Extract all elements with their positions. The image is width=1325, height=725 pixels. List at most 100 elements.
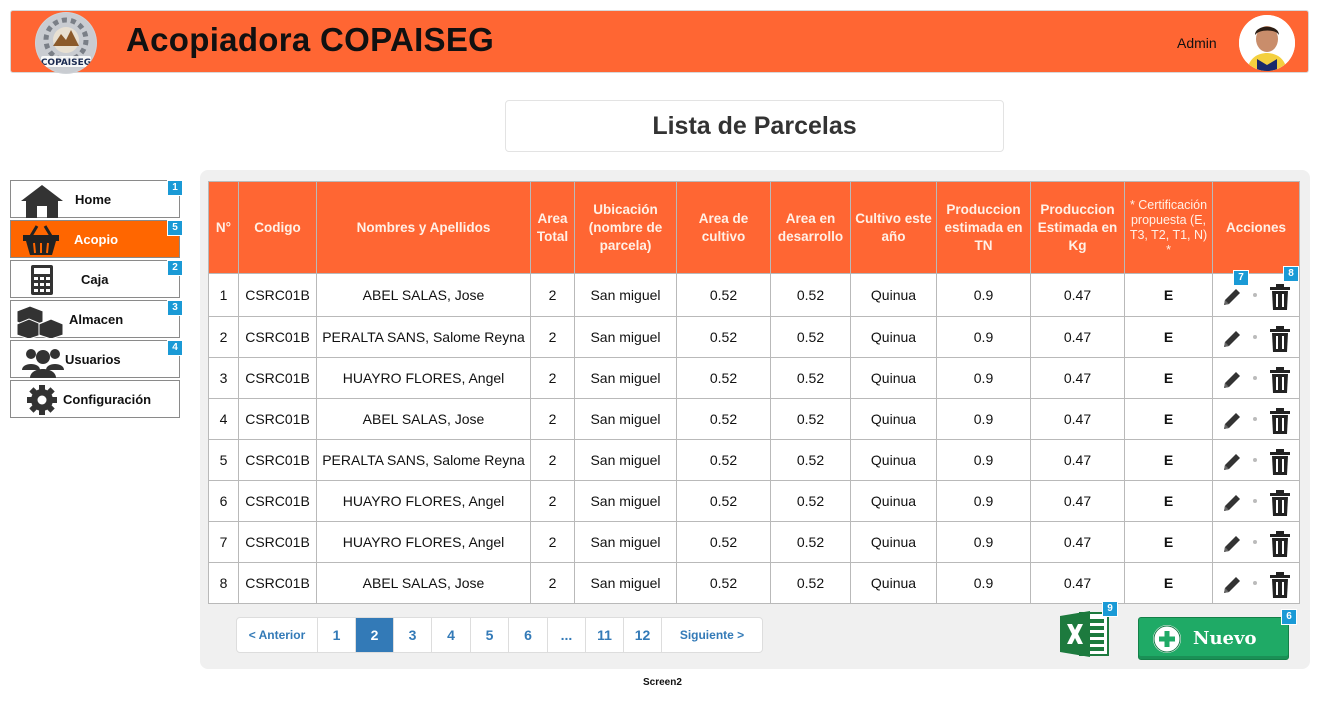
cell-location: San miguel xyxy=(574,357,677,399)
page-title: Lista de Parcelas xyxy=(652,111,857,140)
app-title: Acopiadora COPAISEG xyxy=(126,21,495,58)
cell-location: San miguel xyxy=(574,316,677,358)
page-button-6[interactable]: 6 xyxy=(508,618,547,652)
edit-icon[interactable] xyxy=(1221,328,1243,350)
cell-dev-area: 0.52 xyxy=(770,398,851,440)
page-button-1[interactable]: 1 xyxy=(317,618,355,652)
cell-actions xyxy=(1212,480,1300,522)
cell-crop-area: 0.52 xyxy=(676,480,771,522)
sidebar-item-home[interactable]: Home 1 xyxy=(10,180,183,218)
annotation-badge: 6 xyxy=(1281,609,1297,625)
cell-code: CSRC01B xyxy=(238,480,317,522)
page-button-2[interactable]: 2 xyxy=(355,618,393,652)
cell-number: 6 xyxy=(208,480,239,522)
delete-icon[interactable] xyxy=(1269,408,1291,434)
cell-code: CSRC01B xyxy=(238,273,317,317)
cell-name: PERALTA SANS, Salome Reyna xyxy=(316,316,531,358)
sidebar-item-usuarios[interactable]: Usuarios 4 xyxy=(10,340,183,378)
new-parcel-button[interactable]: Nuevo xyxy=(1138,617,1289,660)
app-header: COPAISEG Acopiadora COPAISEG Admin xyxy=(10,10,1309,74)
page-button-11[interactable]: 11 xyxy=(585,618,623,652)
page-button-4[interactable]: 4 xyxy=(431,618,470,652)
prev-page-button[interactable]: < Anterior xyxy=(237,618,317,652)
delete-icon[interactable] xyxy=(1269,284,1291,310)
cell-prod-kg: 0.47 xyxy=(1030,357,1125,399)
table-row: 5 CSRC01B PERALTA SANS, Salome Reyna 2 San m… xyxy=(208,439,1300,481)
page-button-5[interactable]: 5 xyxy=(470,618,508,652)
cell-actions xyxy=(1212,357,1300,399)
edit-icon[interactable] xyxy=(1221,410,1243,432)
table-row: 4 CSRC01B ABEL SALAS, Jose 2 San miguel 0.52 0… xyxy=(208,398,1300,440)
cell-name: HUAYRO FLORES, Angel xyxy=(316,521,531,563)
cell-code: CSRC01B xyxy=(238,562,317,604)
separator-dot xyxy=(1253,335,1257,339)
plus-icon xyxy=(1153,625,1181,653)
delete-icon[interactable] xyxy=(1269,572,1291,598)
delete-icon[interactable] xyxy=(1269,326,1291,352)
cell-prod-tn: 0.9 xyxy=(936,273,1031,317)
cell-actions xyxy=(1212,562,1300,604)
annotation-badge: 2 xyxy=(167,260,183,276)
page-button-12[interactable]: 12 xyxy=(623,618,661,652)
page-title-box: Lista de Parcelas xyxy=(505,100,1004,152)
delete-icon[interactable] xyxy=(1269,449,1291,475)
annotation-badge: 8 xyxy=(1283,266,1299,282)
table-row: 3 CSRC01B HUAYRO FLORES, Angel 2 San miguel 0… xyxy=(208,357,1300,399)
cell-code: CSRC01B xyxy=(238,439,317,481)
col-header-prod-kg: Produccion Estimada en Kg xyxy=(1030,181,1125,274)
sidebar-item-almacen[interactable]: Almacen 3 xyxy=(10,300,183,340)
user-name[interactable]: Admin xyxy=(1177,35,1217,51)
delete-icon[interactable] xyxy=(1269,367,1291,393)
delete-icon[interactable] xyxy=(1269,490,1291,516)
separator-dot xyxy=(1253,540,1257,544)
edit-icon[interactable] xyxy=(1221,286,1243,308)
svg-text:COPAISEG: COPAISEG xyxy=(41,58,91,68)
cell-prod-kg: 0.47 xyxy=(1030,316,1125,358)
basket-icon xyxy=(19,224,63,255)
separator-dot xyxy=(1253,499,1257,503)
cell-dev-area: 0.52 xyxy=(770,357,851,399)
col-header-code: Codigo xyxy=(238,181,317,274)
cell-crop: Quinua xyxy=(850,316,937,358)
next-page-button[interactable]: Siguiente > xyxy=(661,618,762,652)
company-logo: COPAISEG xyxy=(35,12,97,74)
cell-crop: Quinua xyxy=(850,562,937,604)
table-row: 8 CSRC01B ABEL SALAS, Jose 2 San miguel 0.52 0… xyxy=(208,562,1300,604)
cell-prod-tn: 0.9 xyxy=(936,521,1031,563)
cell-certification: E xyxy=(1124,562,1213,604)
calculator-icon xyxy=(19,264,63,295)
cell-name: ABEL SALAS, Jose xyxy=(316,562,531,604)
sidebar-item-acopio[interactable]: Acopio 5 xyxy=(10,220,183,258)
sidebar-item-configuracion[interactable]: Configuración xyxy=(10,380,180,418)
user-avatar[interactable] xyxy=(1239,15,1295,71)
annotation-badge: 5 xyxy=(167,220,183,236)
edit-icon[interactable] xyxy=(1221,574,1243,596)
annotation-badge: 3 xyxy=(167,300,183,316)
sidebar-item-label: Usuarios xyxy=(65,352,121,367)
edit-icon[interactable] xyxy=(1221,492,1243,514)
table-row: 1 CSRC01B ABEL SALAS, Jose 2 San miguel 0.52 0… xyxy=(208,266,1300,317)
pagination: < Anterior 1 2 3 4 5 6 ... 11 12 Siguien… xyxy=(236,617,763,653)
cell-crop: Quinua xyxy=(850,521,937,563)
page-button-3[interactable]: 3 xyxy=(393,618,431,652)
cell-crop-area: 0.52 xyxy=(676,521,771,563)
boxes-icon xyxy=(15,304,64,340)
col-header-name: Nombres y Apellidos xyxy=(316,181,531,274)
cell-area-total: 2 xyxy=(530,480,575,522)
cell-location: San miguel xyxy=(574,521,677,563)
delete-icon[interactable] xyxy=(1269,531,1291,557)
separator-dot xyxy=(1253,376,1257,380)
cell-name: HUAYRO FLORES, Angel xyxy=(316,357,531,399)
sidebar-item-label: Acopio xyxy=(74,232,119,247)
sidebar-item-caja[interactable]: Caja 2 xyxy=(10,260,183,298)
col-header-prod-tn: Produccion estimada en TN xyxy=(936,181,1031,274)
edit-icon[interactable] xyxy=(1221,533,1243,555)
edit-icon[interactable] xyxy=(1221,369,1243,391)
cell-prod-kg: 0.47 xyxy=(1030,480,1125,522)
cell-location: San miguel xyxy=(574,273,677,317)
cell-certification: E xyxy=(1124,521,1213,563)
cell-prod-tn: 0.9 xyxy=(936,439,1031,481)
col-header-crop: Cultivo este año xyxy=(850,181,937,274)
annotation-badge: 4 xyxy=(167,340,183,356)
edit-icon[interactable] xyxy=(1221,451,1243,473)
